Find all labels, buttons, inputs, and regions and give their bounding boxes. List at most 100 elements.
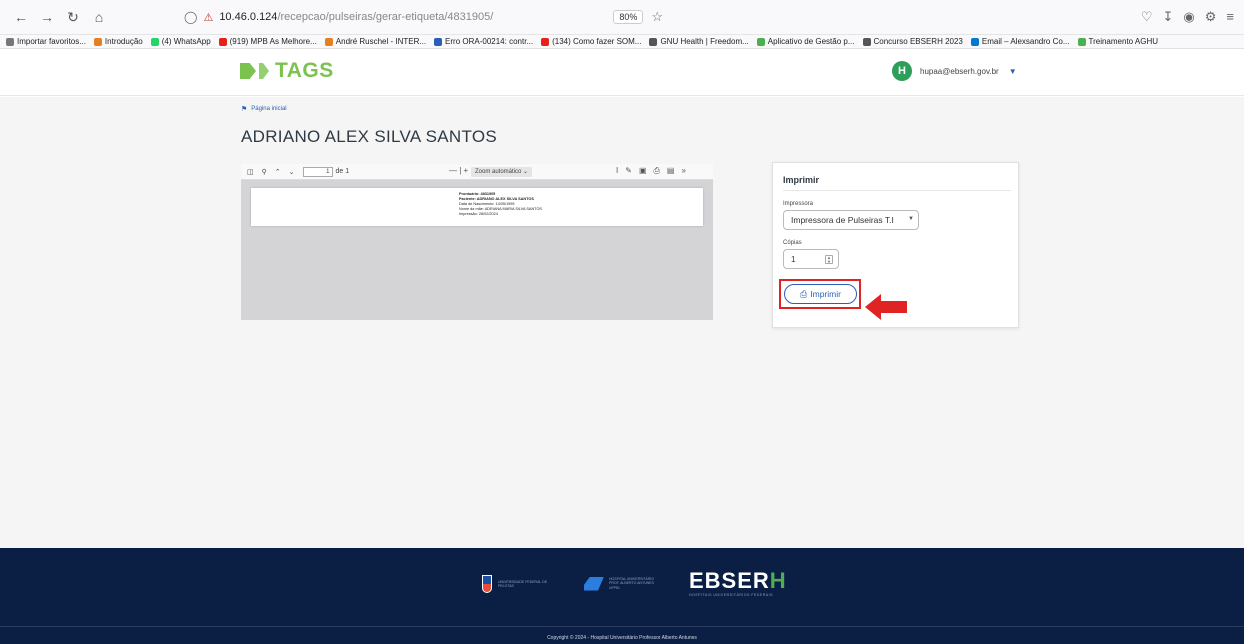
- print-icon[interactable]: ⎙: [654, 166, 660, 176]
- save-icon[interactable]: ▤: [667, 166, 675, 176]
- tag-logo-icon: [240, 63, 256, 79]
- copies-value: 1: [791, 254, 796, 264]
- bookmark-item[interactable]: Aplicativo de Gestão p...: [756, 37, 855, 46]
- bookmark-label: (919) MPB As Melhore...: [229, 37, 317, 46]
- ebserh-wordmark: EBSERH: [689, 570, 787, 592]
- bookmark-favicon-icon: [218, 37, 227, 46]
- bookmark-star-icon[interactable]: ☆: [651, 9, 663, 25]
- bookmark-label: GNU Health | Freedom...: [660, 37, 749, 46]
- more-tools-icon[interactable]: »: [681, 166, 685, 176]
- bookmark-label: (4) WhatsApp: [161, 37, 211, 46]
- bookmark-label: André Ruschel - INTER...: [335, 37, 427, 46]
- bookmark-favicon-icon: [862, 37, 871, 46]
- label-text: Prontuário: 4831905 Paciente: ADRIANO AL…: [459, 192, 542, 217]
- bookmark-item[interactable]: André Ruschel - INTER...: [324, 37, 427, 46]
- page-title: ADRIANO ALEX SILVA SANTOS: [241, 127, 497, 146]
- copies-input[interactable]: 1 ▲ ▼: [783, 249, 839, 269]
- bookmark-item[interactable]: (4) WhatsApp: [150, 37, 211, 46]
- bookmark-label: Introdução: [104, 37, 143, 46]
- hospital-logo: HOSPITAL UNIVERSITÁRIO PROF. ALBERTO ANT…: [584, 576, 659, 591]
- footer-divider: [0, 626, 1244, 627]
- image-icon[interactable]: ▣: [639, 166, 647, 176]
- sidebar-toggle-icon[interactable]: ◫: [247, 168, 254, 176]
- zoom-select-label: Zoom automático: [475, 169, 522, 175]
- pdf-toolbar: ◫ ⚲ ⌃ ⌄ 1 de 1 — | + Zoom automático ⌄ I…: [241, 164, 713, 180]
- ufpel-logo: UNIVERSIDADE FEDERAL DE PELOTAS: [482, 574, 558, 593]
- next-page-icon[interactable]: ⌄: [289, 168, 295, 176]
- tag-logo-icon-2: [259, 63, 269, 79]
- extensions-icon[interactable]: ⚙: [1205, 9, 1217, 25]
- draw-icon[interactable]: ✎: [625, 166, 632, 176]
- back-icon[interactable]: ←: [10, 6, 32, 28]
- bookmark-favicon-icon: [6, 37, 14, 46]
- logo-text: TAGS: [275, 59, 334, 82]
- breadcrumb[interactable]: ⚑ Página inicial: [241, 105, 287, 113]
- home-icon[interactable]: ⌂: [88, 6, 110, 28]
- zoom-level-badge[interactable]: 80%: [613, 10, 644, 24]
- prev-page-icon[interactable]: ⌃: [275, 168, 281, 176]
- footer-logos: UNIVERSIDADE FEDERAL DE PELOTAS HOSPITAL…: [482, 570, 787, 597]
- bookmark-item[interactable]: Importar favoritos...: [6, 37, 86, 46]
- printer-icon: ⎙: [800, 288, 808, 299]
- pocket-icon[interactable]: ♡: [1141, 9, 1153, 25]
- bookmark-label: Aplicativo de Gestão p...: [767, 37, 855, 46]
- print-panel-title: Imprimir: [783, 175, 820, 185]
- printer-select[interactable]: Impressora de Pulseiras T.I ▼: [783, 210, 919, 230]
- bookmark-favicon-icon: [970, 37, 979, 46]
- bookmark-label: Erro ORA-00214: contr...: [445, 37, 534, 46]
- zoom-out-in-controls[interactable]: — | +: [449, 166, 468, 175]
- text-cursor-icon[interactable]: I: [616, 166, 618, 176]
- bookmark-item[interactable]: Treinamento AGHU: [1077, 37, 1158, 46]
- user-menu[interactable]: H hupaa@ebserh.gov.br ▼: [892, 61, 1017, 81]
- bookmark-favicon-icon: [541, 37, 550, 46]
- download-icon[interactable]: ↧: [1163, 9, 1174, 25]
- reload-icon[interactable]: ↻: [62, 6, 84, 28]
- bookmark-label: Concurso EBSERH 2023: [873, 37, 963, 46]
- bookmark-item[interactable]: (134) Como fazer SOM...: [541, 37, 641, 46]
- breadcrumb-home-link[interactable]: Página inicial: [251, 106, 286, 112]
- stepper-icon[interactable]: ▲ ▼: [825, 255, 833, 264]
- print-button[interactable]: ⎙ Imprimir: [784, 284, 857, 304]
- ufpel-logo-text: UNIVERSIDADE FEDERAL DE PELOTAS: [498, 579, 548, 588]
- ebserh-logo: EBSERH HOSPITAIS UNIVERSITÁRIOS FEDERAIS: [689, 570, 787, 598]
- browser-toolbar: ← → ↻ ⌂ ◯ ⚠ 10.46.0.124 /recepcao/pulsei…: [0, 0, 1244, 35]
- shield-icon: ◯: [184, 10, 198, 24]
- copies-label: Cópias: [783, 240, 802, 246]
- url-host: 10.46.0.124: [219, 11, 278, 23]
- forward-icon[interactable]: →: [36, 6, 58, 28]
- url-bar[interactable]: ◯ ⚠ 10.46.0.124 /recepcao/pulseiras/gera…: [184, 6, 1004, 28]
- red-arrow-icon: [865, 294, 907, 320]
- app-header: TAGS H hupaa@ebserh.gov.br ▼: [0, 49, 1244, 96]
- label-preview-page: Prontuário: 4831905 Paciente: ADRIANO AL…: [251, 188, 703, 226]
- page-number-input[interactable]: 1: [302, 166, 333, 177]
- ebserh-h: H: [769, 568, 787, 593]
- bookmark-favicon-icon: [93, 37, 102, 46]
- hu-logo-icon: [584, 576, 604, 591]
- hospital-logo-text: HOSPITAL UNIVERSITÁRIO PROF. ALBERTO ANT…: [609, 576, 655, 590]
- bookmark-item[interactable]: Introdução: [93, 37, 143, 46]
- bookmark-item[interactable]: Concurso EBSERH 2023: [862, 37, 963, 46]
- zoom-select[interactable]: Zoom automático ⌄: [471, 167, 533, 177]
- label-impressao: Impressão: 28/02/2024: [459, 212, 498, 216]
- chevron-down-icon[interactable]: ▼: [1009, 67, 1017, 76]
- bookmark-item[interactable]: GNU Health | Freedom...: [649, 37, 749, 46]
- bookmark-favicon-icon: [1077, 37, 1086, 46]
- bookmark-item[interactable]: Email – Alexsandro Co...: [970, 37, 1070, 46]
- bookmark-favicon-icon: [649, 37, 658, 46]
- chevron-down-icon: ▼: [908, 216, 914, 222]
- bookmark-item[interactable]: Erro ORA-00214: contr...: [434, 37, 533, 46]
- insecure-lock-icon[interactable]: ⚠: [203, 11, 213, 24]
- copyright: Copyright © 2024 - Hospital Universitári…: [547, 635, 697, 641]
- divider: [783, 190, 1011, 191]
- bookmark-item[interactable]: (919) MPB As Melhore...: [218, 37, 317, 46]
- bookmark-favicon-icon: [150, 37, 159, 46]
- avatar: H: [892, 61, 912, 81]
- bookmark-favicon-icon: [324, 37, 333, 46]
- account-icon[interactable]: ◉: [1183, 9, 1194, 25]
- bookmark-favicon-icon: [434, 37, 443, 46]
- bookmark-label: Email – Alexsandro Co...: [981, 37, 1070, 46]
- tags-logo[interactable]: TAGS: [240, 59, 334, 83]
- menu-icon[interactable]: ≡: [1226, 9, 1234, 25]
- bookmark-label: Importar favoritos...: [17, 37, 86, 46]
- find-icon[interactable]: ⚲: [262, 168, 267, 176]
